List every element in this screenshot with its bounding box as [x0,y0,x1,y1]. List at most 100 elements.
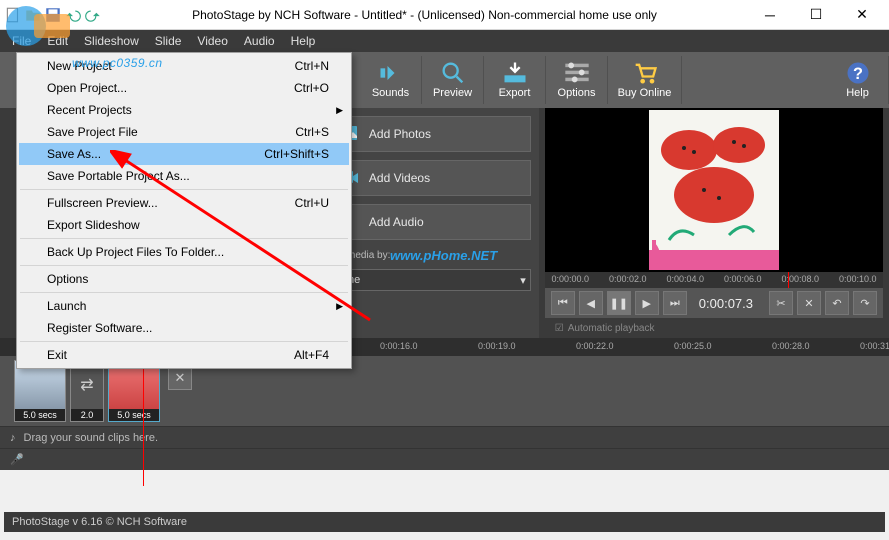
add-videos-button[interactable]: Add Videos [326,160,531,196]
toolbar-export-label: Export [499,87,531,99]
preview-ruler[interactable]: 0:00:00.0 0:00:02.0 0:00:04.0 0:00:06.0 … [545,272,883,288]
qat-redo-icon[interactable] [84,6,102,24]
timeline: 5.0 secs ⇄ 2.0 5.0 secs ✕ ♪ Drag your so… [0,356,889,470]
preview-tick: 0:00:06.0 [724,274,762,284]
preview-image [649,110,779,270]
timeline-clip[interactable]: 5.0 secs [14,360,66,422]
timeline-tick: 0:00:31.0 [860,341,889,351]
options-icon [563,61,591,85]
help-icon: ? [844,61,872,85]
status-bar: PhotoStage v 6.16 © NCH Software [4,512,885,532]
sound-track-hint: Drag your sound clips here. [24,432,159,444]
timeline-tick: 0:00:22.0 [576,341,614,351]
toolbar-buy[interactable]: Buy Online [608,56,682,104]
menu-item-open-project[interactable]: Open Project...Ctrl+O [19,77,349,99]
menu-item-options[interactable]: Options [19,268,349,290]
menu-slideshow[interactable]: Slideshow [76,32,147,50]
preview-tick: 0:00:00.0 [552,274,590,284]
clip-duration-label: 5.0 secs [15,409,65,421]
toolbar-options[interactable]: Options [546,56,608,104]
chevron-down-icon: ▾ [520,274,526,287]
preview-playhead[interactable] [788,272,789,288]
menu-item-backup[interactable]: Back Up Project Files To Folder... [19,241,349,263]
goto-start-button[interactable]: ⏮ [551,291,575,315]
toolbar-preview[interactable]: Preview [422,56,484,104]
watermark-logo [4,4,74,48]
timeline-transition[interactable]: ⇄ 2.0 [70,360,104,422]
microphone-icon: 🎤 [10,453,24,466]
toolbar-export[interactable]: Export [484,56,546,104]
undo-preview-button[interactable]: ↶ [825,291,849,315]
redo-preview-button[interactable]: ↷ [853,291,877,315]
timeline-tick: 0:00:16.0 [380,341,418,351]
menu-help[interactable]: Help [283,32,324,50]
add-videos-label: Add Videos [369,171,430,185]
menu-slide[interactable]: Slide [147,32,190,50]
window-controls: ─ ☐ ✕ [747,0,885,30]
watermark-center-text: www.pHome.NET [390,248,497,263]
goto-end-button[interactable]: ⏭ [663,291,687,315]
preview-panel: 0:00:00.0 0:00:02.0 0:00:04.0 0:00:06.0 … [539,108,889,338]
menu-item-save-project[interactable]: Save Project FileCtrl+S [19,121,349,143]
menu-separator [20,189,348,190]
preview-time: 0:00:07.3 [691,296,761,311]
toolbar-buy-label: Buy Online [618,87,672,99]
step-back-button[interactable]: ◀ [579,291,603,315]
timeline-tick: 0:00:19.0 [478,341,516,351]
timeline-playhead[interactable] [143,356,144,486]
preview-viewport [545,108,883,272]
toolbar-help[interactable]: ? Help [827,56,889,104]
maximize-button[interactable]: ☐ [793,0,839,30]
pause-button[interactable]: ❚❚ [607,291,631,315]
menu-audio[interactable]: Audio [236,32,283,50]
menu-item-new-project[interactable]: New ProjectCtrl+N [19,55,349,77]
cart-icon [631,61,659,85]
menu-separator [20,292,348,293]
export-icon [501,61,529,85]
timeline-clip[interactable]: 5.0 secs [108,360,160,422]
menu-item-fullscreen-preview[interactable]: Fullscreen Preview...Ctrl+U [19,192,349,214]
menu-item-launch[interactable]: Launch▶ [19,295,349,317]
cut-button[interactable]: ✂ [769,291,793,315]
menu-item-register[interactable]: Register Software... [19,317,349,339]
menu-separator [20,341,348,342]
menu-item-save-as[interactable]: Save As...Ctrl+Shift+S [19,143,349,165]
menu-separator [20,265,348,266]
close-button[interactable]: ✕ [839,0,885,30]
menu-item-exit[interactable]: ExitAlt+F4 [19,344,349,366]
preview-tick: 0:00:02.0 [609,274,647,284]
add-photos-button[interactable]: Add Photos [326,116,531,152]
menu-bar: File Edit Slideshow Slide Video Audio He… [0,30,889,52]
sound-track[interactable]: ♪ Drag your sound clips here. [0,426,889,448]
narration-track[interactable]: 🎤 [0,448,889,470]
toolbar-sounds[interactable]: Sounds [360,56,422,104]
preview-icon [439,61,467,85]
menu-video[interactable]: Video [189,32,235,50]
sort-select[interactable]: Name ▾ [326,269,531,291]
title-bar: PhotoStage by NCH Software - Untitled* -… [0,0,889,30]
file-menu-dropdown: New ProjectCtrl+N Open Project...Ctrl+O … [16,52,352,369]
svg-text:?: ? [853,65,863,83]
status-text: PhotoStage v 6.16 © NCH Software [12,516,187,528]
delete-clip-button[interactable]: ✕ [168,366,192,390]
menu-item-export-slideshow[interactable]: Export Slideshow [19,214,349,236]
auto-playback-row: ☑ Automatic playback [545,318,883,338]
sounds-icon [377,61,405,85]
step-forward-button[interactable]: ▶ [635,291,659,315]
menu-item-recent-projects[interactable]: Recent Projects▶ [19,99,349,121]
preview-tick: 0:00:08.0 [782,274,820,284]
menu-separator [20,238,348,239]
watermark-url-text: www.pc0359.cn [72,56,163,70]
add-audio-button[interactable]: Add Audio [326,204,531,240]
transition-duration-label: 2.0 [71,409,103,421]
delete-button[interactable]: ✕ [797,291,821,315]
add-photos-label: Add Photos [369,127,431,141]
auto-playback-label: Automatic playback [568,323,655,334]
menu-item-save-portable[interactable]: Save Portable Project As... [19,165,349,187]
window-title: PhotoStage by NCH Software - Untitled* -… [102,8,747,22]
preview-controls: ⏮ ◀ ❚❚ ▶ ⏭ 0:00:07.3 ✂ ✕ ↶ ↷ [545,288,883,318]
checkbox-icon[interactable]: ☑ [555,323,564,334]
minimize-button[interactable]: ─ [747,0,793,30]
submenu-arrow-icon: ▶ [336,301,343,312]
timeline-tick: 0:00:25.0 [674,341,712,351]
